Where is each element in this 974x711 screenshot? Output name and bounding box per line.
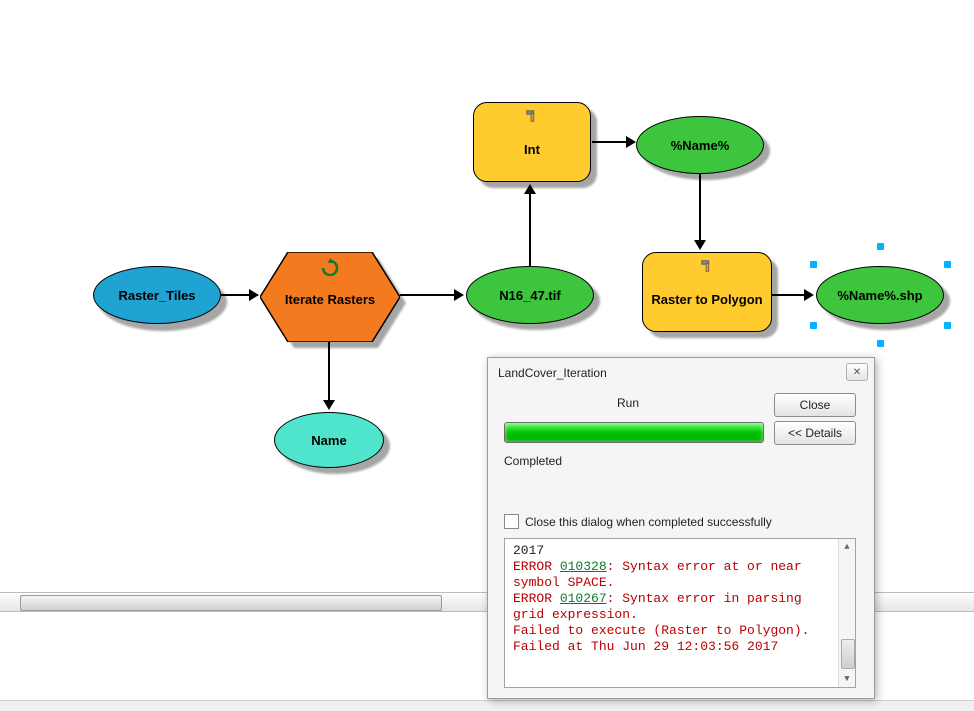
connector: [699, 174, 701, 242]
connector: [221, 294, 251, 296]
log-error-line: ERROR 010267: Syntax error in parsing gr…: [513, 591, 835, 623]
arrowhead-icon: [249, 289, 259, 301]
dialog-title: LandCover_Iteration: [498, 366, 607, 380]
connector: [328, 342, 330, 402]
arrowhead-icon: [524, 184, 536, 194]
arrowhead-icon: [323, 400, 335, 410]
run-dialog[interactable]: LandCover_Iteration ✕ Run Close << Detai…: [487, 357, 875, 699]
connector: [529, 194, 531, 266]
node-label: Raster_Tiles: [118, 288, 195, 303]
button-label: << Details: [788, 426, 842, 440]
horizontal-scrollbar[interactable]: [0, 700, 974, 711]
node-current-raster[interactable]: N16_47.tif: [466, 266, 594, 324]
scroll-up-icon[interactable]: ▲: [839, 539, 855, 555]
log-line: 2017: [513, 543, 835, 559]
progress-bar: [504, 422, 764, 443]
log-error-line: Failed to execute (Raster to Polygon).: [513, 623, 835, 639]
connector: [400, 294, 456, 296]
node-name-output[interactable]: Name: [274, 412, 384, 468]
hammer-icon: [525, 109, 539, 123]
error-code-link[interactable]: 010328: [560, 559, 607, 574]
close-button[interactable]: Close: [774, 393, 856, 417]
node-label: Int: [524, 142, 540, 157]
selection-handle[interactable]: [877, 243, 884, 250]
node-int-tool[interactable]: Int: [473, 102, 591, 182]
arrowhead-icon: [694, 240, 706, 250]
log-error-line: ERROR 010328: Syntax error at or near sy…: [513, 559, 835, 591]
arrowhead-icon: [626, 136, 636, 148]
log-error-line: Failed at Thu Jun 29 12:03:56 2017: [513, 639, 835, 655]
checkbox-label: Close this dialog when completed success…: [525, 515, 772, 529]
error-code-link[interactable]: 010267: [560, 591, 607, 606]
node-label: Name: [311, 433, 346, 448]
node-label: N16_47.tif: [499, 288, 560, 303]
node-raster-to-polygon[interactable]: Raster to Polygon: [642, 252, 772, 332]
selection-handle[interactable]: [944, 322, 951, 329]
node-output-shp[interactable]: %Name%.shp: [816, 266, 944, 324]
hammer-icon: [700, 259, 714, 273]
node-iterate-rasters[interactable]: Iterate Rasters: [260, 252, 400, 346]
details-button[interactable]: << Details: [774, 421, 856, 445]
connector: [772, 294, 806, 296]
node-label: Raster to Polygon: [651, 292, 762, 307]
status-label: Completed: [504, 454, 562, 468]
connector: [592, 141, 628, 143]
node-label: %Name%.shp: [837, 288, 922, 303]
arrowhead-icon: [454, 289, 464, 301]
selection-handle[interactable]: [877, 340, 884, 347]
scrollbar-thumb[interactable]: [20, 595, 442, 611]
node-raster-tiles[interactable]: Raster_Tiles: [93, 266, 221, 324]
scrollbar-thumb[interactable]: [841, 639, 855, 669]
button-label: Close: [800, 398, 831, 412]
selection-handle[interactable]: [944, 261, 951, 268]
close-on-success-checkbox[interactable]: Close this dialog when completed success…: [504, 514, 772, 529]
arrowhead-icon: [804, 289, 814, 301]
selection-handle[interactable]: [810, 322, 817, 329]
log-output[interactable]: 2017 ERROR 010328: Syntax error at or ne…: [504, 538, 856, 688]
log-vertical-scrollbar[interactable]: ▲ ▼: [838, 539, 855, 687]
run-label: Run: [488, 396, 768, 410]
selection-handle[interactable]: [810, 261, 817, 268]
node-label: Iterate Rasters: [260, 252, 400, 346]
node-label: %Name%: [671, 138, 730, 153]
close-icon[interactable]: ✕: [846, 363, 868, 381]
node-name-var[interactable]: %Name%: [636, 116, 764, 174]
scroll-down-icon[interactable]: ▼: [839, 671, 855, 687]
checkbox-icon[interactable]: [504, 514, 519, 529]
